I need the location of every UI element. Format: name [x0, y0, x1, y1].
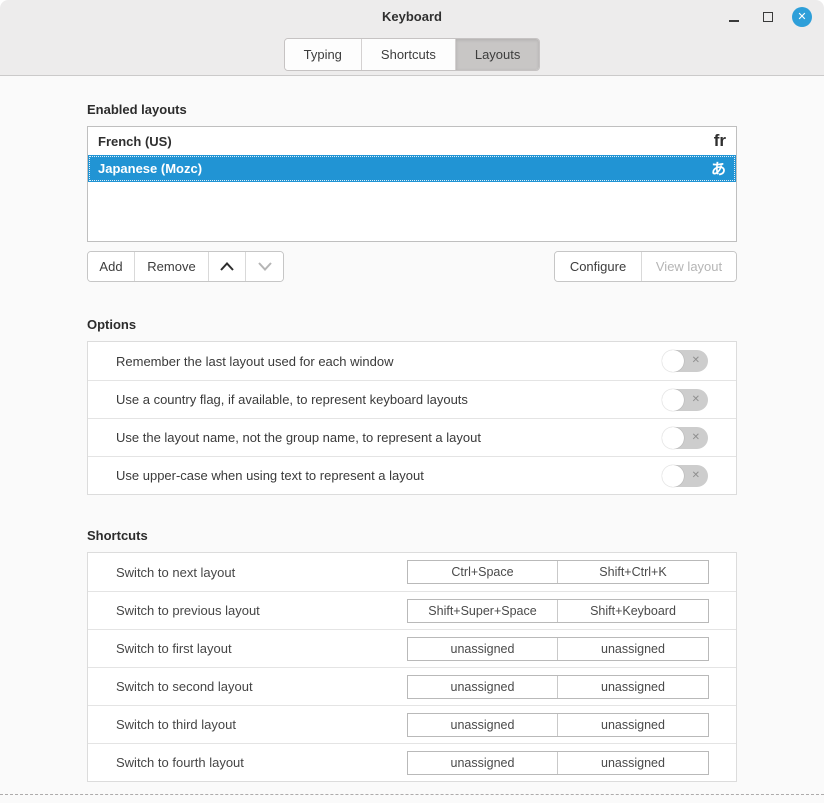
options-heading: Options [87, 317, 737, 332]
option-label: Use upper-case when using text to repres… [116, 468, 424, 483]
toggle-off-icon: ✕ [692, 395, 700, 405]
layout-list-toolbar: Add Remove Configure View layout [87, 251, 737, 282]
chevron-up-icon [220, 262, 234, 271]
binding-cell-1[interactable]: unassigned [408, 638, 558, 660]
toggle-knob [662, 389, 684, 411]
shortcut-row-next-layout: Switch to next layout Ctrl+Space Shift+C… [88, 553, 736, 591]
binding-cell-1[interactable]: Ctrl+Space [408, 561, 558, 583]
shortcut-row-first-layout: Switch to first layout unassigned unassi… [88, 629, 736, 667]
remove-layout-button[interactable]: Remove [135, 252, 209, 281]
tab-typing[interactable]: Typing [285, 39, 362, 70]
shortcut-row-fourth-layout: Switch to fourth layout unassigned unass… [88, 743, 736, 781]
option-label: Remember the last layout used for each w… [116, 354, 393, 369]
tab-shortcuts[interactable]: Shortcuts [362, 39, 456, 70]
option-row-remember-layout: Remember the last layout used for each w… [88, 342, 736, 380]
binding-group: unassigned unassigned [407, 637, 709, 661]
binding-cell-2[interactable]: unassigned [558, 638, 708, 660]
binding-cell-2[interactable]: unassigned [558, 714, 708, 736]
window-title: Keyboard [0, 9, 824, 24]
shortcut-label: Switch to first layout [116, 641, 232, 656]
binding-group: unassigned unassigned [407, 713, 709, 737]
shortcut-row-second-layout: Switch to second layout unassigned unass… [88, 667, 736, 705]
layout-edit-button-group: Add Remove [87, 251, 284, 282]
window-controls: ✕ [722, 5, 814, 29]
move-layout-up-button[interactable] [209, 252, 246, 281]
layout-actions-button-group: Configure View layout [554, 251, 737, 282]
toggle-knob [662, 427, 684, 449]
layout-name: Japanese (Mozc) [98, 161, 202, 176]
binding-cell-2[interactable]: Shift+Keyboard [558, 600, 708, 622]
maximize-button[interactable] [756, 5, 780, 29]
toggle-upper-case[interactable]: ✕ [662, 465, 708, 487]
binding-cell-1[interactable]: Shift+Super+Space [408, 600, 558, 622]
shortcut-label: Switch to fourth layout [116, 755, 244, 770]
layout-indicator-ja: あ [711, 158, 726, 179]
tab-layouts[interactable]: Layouts [456, 39, 540, 70]
tab-group: Typing Shortcuts Layouts [284, 38, 541, 71]
toggle-country-flag[interactable]: ✕ [662, 389, 708, 411]
shortcut-label: Switch to next layout [116, 565, 235, 580]
enabled-layouts-heading: Enabled layouts [87, 102, 737, 117]
layout-row-french[interactable]: French (US) fr [88, 127, 736, 155]
shortcut-row-previous-layout: Switch to previous layout Shift+Super+Sp… [88, 591, 736, 629]
option-label: Use the layout name, not the group name,… [116, 430, 481, 445]
options-panel: Remember the last layout used for each w… [87, 341, 737, 495]
layouts-page: Enabled layouts French (US) fr Japanese … [87, 102, 737, 782]
shortcuts-heading: Shortcuts [87, 528, 737, 543]
keyboard-settings-window: Keyboard ✕ Typing Shortcuts Layouts [0, 0, 824, 803]
move-layout-down-button[interactable] [246, 252, 283, 281]
window-header: Keyboard ✕ Typing Shortcuts Layouts [0, 0, 824, 76]
tab-bar: Typing Shortcuts Layouts [0, 38, 824, 71]
binding-group: unassigned unassigned [407, 675, 709, 699]
binding-group: Ctrl+Space Shift+Ctrl+K [407, 560, 709, 584]
option-row-layout-name: Use the layout name, not the group name,… [88, 418, 736, 456]
toggle-off-icon: ✕ [692, 433, 700, 443]
close-icon: ✕ [792, 7, 812, 27]
minimize-button[interactable] [722, 5, 746, 29]
toggle-off-icon: ✕ [692, 471, 700, 481]
add-layout-button[interactable]: Add [88, 252, 135, 281]
option-label: Use a country flag, if available, to rep… [116, 392, 468, 407]
shortcut-label: Switch to previous layout [116, 603, 260, 618]
toggle-remember-layout[interactable]: ✕ [662, 350, 708, 372]
binding-cell-1[interactable]: unassigned [408, 752, 558, 774]
layout-indicator-fr: fr [714, 131, 726, 151]
titlebar[interactable]: Keyboard ✕ [0, 0, 824, 34]
option-row-upper-case: Use upper-case when using text to repres… [88, 456, 736, 494]
binding-cell-1[interactable]: unassigned [408, 676, 558, 698]
configure-button[interactable]: Configure [555, 252, 642, 281]
binding-group: Shift+Super+Space Shift+Keyboard [407, 599, 709, 623]
toggle-knob [662, 465, 684, 487]
bottom-resize-indicator [0, 794, 824, 795]
chevron-down-icon [258, 262, 272, 271]
binding-cell-2[interactable]: Shift+Ctrl+K [558, 561, 708, 583]
toggle-layout-name[interactable]: ✕ [662, 427, 708, 449]
toggle-off-icon: ✕ [692, 356, 700, 366]
toggle-knob [662, 350, 684, 372]
binding-group: unassigned unassigned [407, 751, 709, 775]
binding-cell-1[interactable]: unassigned [408, 714, 558, 736]
shortcut-label: Switch to third layout [116, 717, 236, 732]
enabled-layouts-list[interactable]: French (US) fr Japanese (Mozc) あ [87, 126, 737, 242]
shortcut-row-third-layout: Switch to third layout unassigned unassi… [88, 705, 736, 743]
shortcut-label: Switch to second layout [116, 679, 253, 694]
maximize-icon [763, 12, 773, 22]
binding-cell-2[interactable]: unassigned [558, 676, 708, 698]
layout-row-japanese[interactable]: Japanese (Mozc) あ [88, 155, 736, 182]
binding-cell-2[interactable]: unassigned [558, 752, 708, 774]
layout-name: French (US) [98, 134, 172, 149]
close-button[interactable]: ✕ [790, 5, 814, 29]
shortcuts-panel: Switch to next layout Ctrl+Space Shift+C… [87, 552, 737, 782]
option-row-country-flag: Use a country flag, if available, to rep… [88, 380, 736, 418]
minimize-icon [729, 20, 739, 22]
view-layout-button[interactable]: View layout [642, 252, 736, 281]
